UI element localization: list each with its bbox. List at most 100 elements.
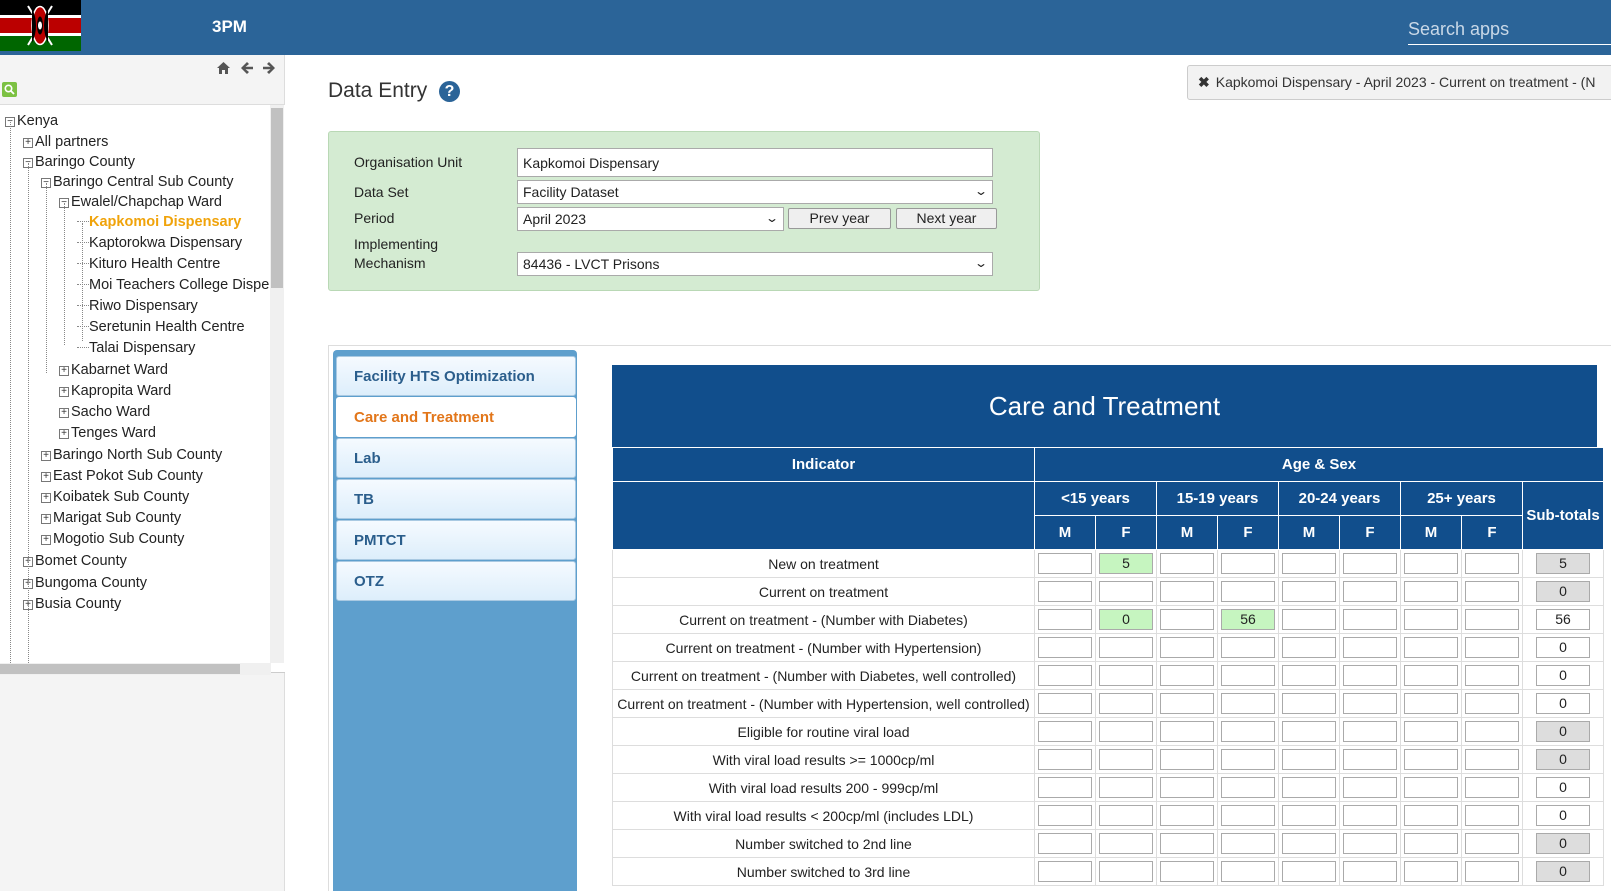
value-input[interactable] — [1343, 581, 1397, 602]
value-input[interactable] — [1282, 581, 1336, 602]
tree-node[interactable]: + Bomet County — [23, 552, 127, 570]
expand-icon[interactable]: + — [41, 535, 51, 545]
value-input[interactable] — [1465, 861, 1519, 882]
value-input[interactable] — [1465, 777, 1519, 798]
value-input[interactable] — [1343, 861, 1397, 882]
expand-icon[interactable]: + — [59, 387, 69, 397]
value-input[interactable] — [1099, 665, 1153, 686]
value-input[interactable] — [1221, 749, 1275, 770]
value-input[interactable] — [1282, 721, 1336, 742]
tree-node[interactable]: + Sacho Ward — [59, 403, 150, 421]
tab-otz[interactable]: OTZ — [336, 561, 576, 601]
tree-horizontal-scroll-thumb[interactable] — [0, 664, 240, 674]
value-input[interactable] — [1465, 749, 1519, 770]
tab-care-and-treatment[interactable]: Care and Treatment — [336, 397, 576, 437]
value-input[interactable] — [1465, 833, 1519, 854]
value-input[interactable] — [1160, 637, 1214, 658]
value-input[interactable] — [1465, 721, 1519, 742]
tree-node[interactable]: + Koibatek Sub County — [41, 488, 189, 506]
tree-node[interactable]: Talai Dispensary — [77, 339, 195, 357]
value-input[interactable] — [1221, 777, 1275, 798]
value-input[interactable] — [1282, 553, 1336, 574]
value-input[interactable] — [1221, 665, 1275, 686]
value-input[interactable] — [1282, 805, 1336, 826]
expand-icon[interactable]: + — [59, 366, 69, 376]
close-icon[interactable]: ✖ — [1198, 74, 1210, 90]
value-input[interactable] — [1343, 833, 1397, 854]
dataset-select[interactable]: Facility Dataset ⌄ — [517, 180, 993, 204]
tab-tb[interactable]: TB — [336, 479, 576, 519]
value-input[interactable] — [1038, 749, 1092, 770]
next-year-button[interactable]: Next year — [896, 208, 997, 229]
tree-vertical-scroll-thumb[interactable] — [271, 108, 283, 288]
value-input[interactable] — [1221, 861, 1275, 882]
value-input[interactable] — [1038, 581, 1092, 602]
value-input[interactable] — [1160, 721, 1214, 742]
value-input[interactable] — [1404, 693, 1458, 714]
value-input[interactable] — [1099, 581, 1153, 602]
value-input[interactable] — [1465, 609, 1519, 630]
expand-icon[interactable]: + — [59, 408, 69, 418]
value-input[interactable] — [1465, 637, 1519, 658]
tree-node[interactable]: Seretunin Health Centre — [77, 318, 245, 336]
value-input[interactable] — [1160, 777, 1214, 798]
value-input[interactable]: 56 — [1221, 609, 1275, 630]
value-input[interactable] — [1160, 861, 1214, 882]
value-input[interactable] — [1221, 637, 1275, 658]
value-input[interactable] — [1404, 553, 1458, 574]
expand-icon[interactable]: + — [41, 514, 51, 524]
expand-icon[interactable]: + — [59, 429, 69, 439]
value-input[interactable] — [1221, 721, 1275, 742]
help-icon[interactable]: ? — [439, 81, 460, 102]
value-input[interactable] — [1404, 777, 1458, 798]
value-input[interactable] — [1343, 721, 1397, 742]
value-input[interactable] — [1099, 721, 1153, 742]
value-input[interactable] — [1343, 637, 1397, 658]
value-input[interactable] — [1160, 553, 1214, 574]
value-input[interactable] — [1099, 777, 1153, 798]
value-input[interactable] — [1282, 637, 1336, 658]
value-input[interactable]: 5 — [1099, 553, 1153, 574]
forward-arrow-icon[interactable] — [262, 61, 278, 77]
value-input[interactable] — [1099, 833, 1153, 854]
value-input[interactable] — [1038, 553, 1092, 574]
expand-icon[interactable]: + — [41, 451, 51, 461]
value-input[interactable] — [1404, 805, 1458, 826]
value-input[interactable] — [1343, 665, 1397, 686]
value-input[interactable] — [1221, 581, 1275, 602]
value-input[interactable] — [1282, 833, 1336, 854]
period-select[interactable]: April 2023 ⌄ — [517, 207, 784, 231]
expand-icon[interactable]: + — [41, 493, 51, 503]
value-input[interactable] — [1099, 693, 1153, 714]
value-input[interactable] — [1404, 721, 1458, 742]
value-input[interactable] — [1282, 609, 1336, 630]
value-input[interactable] — [1221, 553, 1275, 574]
tree-node[interactable]: + Tenges Ward — [59, 424, 156, 442]
value-input[interactable] — [1404, 637, 1458, 658]
tree-node[interactable]: Moi Teachers College Dispe — [77, 276, 269, 294]
value-input[interactable] — [1404, 833, 1458, 854]
value-input[interactable] — [1343, 749, 1397, 770]
value-input[interactable] — [1160, 609, 1214, 630]
value-input[interactable] — [1282, 693, 1336, 714]
value-input[interactable] — [1221, 833, 1275, 854]
value-input[interactable] — [1282, 665, 1336, 686]
value-input[interactable] — [1221, 693, 1275, 714]
value-input[interactable] — [1404, 609, 1458, 630]
value-input[interactable] — [1404, 665, 1458, 686]
tree-node[interactable]: − Ewalel/Chapchap Ward — [59, 193, 222, 211]
back-arrow-icon[interactable] — [239, 61, 255, 77]
value-input[interactable] — [1160, 693, 1214, 714]
tree-search-icon[interactable] — [2, 82, 17, 97]
value-input[interactable] — [1404, 581, 1458, 602]
value-input[interactable] — [1038, 693, 1092, 714]
tree-node[interactable]: + East Pokot Sub County — [41, 467, 203, 485]
value-input[interactable] — [1282, 861, 1336, 882]
tree-node[interactable]: + Busia County — [23, 595, 121, 613]
value-input[interactable] — [1465, 693, 1519, 714]
value-input[interactable] — [1160, 581, 1214, 602]
value-input[interactable] — [1465, 805, 1519, 826]
value-input[interactable] — [1038, 805, 1092, 826]
tree-node[interactable]: Kapkomoi Dispensary — [77, 213, 241, 231]
tree-node[interactable]: + Mogotio Sub County — [41, 530, 184, 548]
